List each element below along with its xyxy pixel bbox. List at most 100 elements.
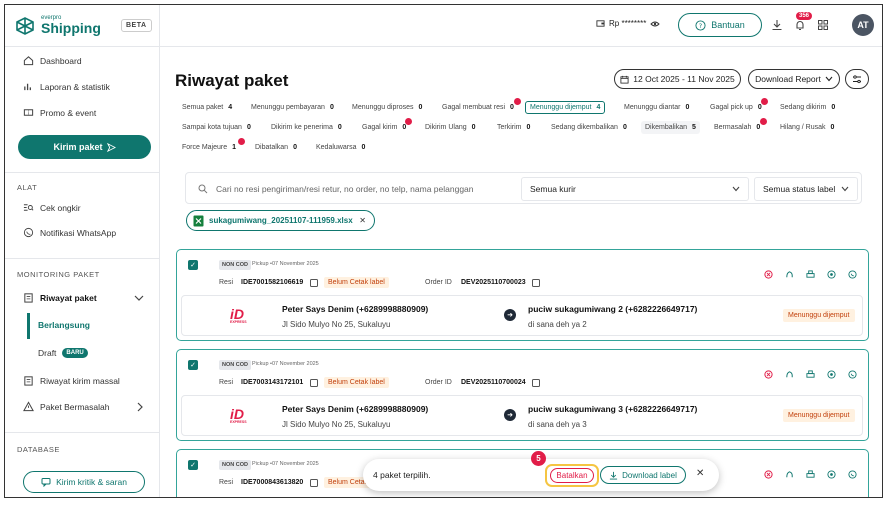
chip-sedang-dikirim[interactable]: Sedang dikirim 0: [780, 101, 835, 114]
print-icon[interactable]: [806, 470, 815, 479]
help-icon: ?: [695, 19, 706, 31]
close-icon[interactable]: ✕: [696, 468, 704, 479]
whatsapp-icon[interactable]: [848, 270, 857, 279]
chip-terkirim[interactable]: Terkirim 0: [497, 121, 530, 134]
warning-icon: [23, 401, 34, 412]
sidebar-item-label: Berlangsung: [38, 320, 90, 330]
apps-grid-icon[interactable]: [817, 19, 829, 31]
chip-bermasalah[interactable]: Bermasalah 0: [714, 121, 760, 134]
pickup-hand-icon[interactable]: [785, 470, 794, 479]
cancel-circle-icon[interactable]: [764, 470, 773, 479]
kirim-kritik-button[interactable]: Kirim kritik & saran: [23, 471, 145, 493]
chip-dibatalkan[interactable]: Dibatalkan 0: [255, 141, 297, 154]
eye-icon[interactable]: [650, 20, 660, 28]
select-checkbox[interactable]: ✓: [188, 260, 198, 270]
chip-dikirim-ulang[interactable]: Dikirim Ulang 0: [425, 121, 476, 134]
download-label-text: Download label: [622, 470, 677, 480]
copy-icon[interactable]: [310, 279, 318, 287]
chip-menunggu-dijemput[interactable]: Menunggu dijemput 4: [525, 101, 606, 114]
divider: [5, 172, 160, 173]
chip-sedang-dikembalikan[interactable]: Sedang dikembalikan 0: [551, 121, 627, 134]
date-range-button[interactable]: 12 Oct 2025 - 11 Nov 2025: [614, 69, 741, 89]
print-icon[interactable]: [806, 270, 815, 279]
card-actions: [764, 370, 857, 379]
chip-hilang-rusak[interactable]: Hilang / Rusak 0: [780, 121, 834, 134]
kurir-select[interactable]: Semua kurir: [521, 177, 749, 201]
chip-semua-paket[interactable]: Semua paket 4: [182, 101, 232, 114]
remove-file-icon[interactable]: ✕: [359, 216, 366, 225]
sidebar-item-paket-bermasalah[interactable]: Paket Bermasalah: [23, 401, 109, 412]
whatsapp-icon[interactable]: [848, 370, 857, 379]
bantuan-button[interactable]: ? Bantuan: [678, 13, 762, 37]
download-label-button[interactable]: Download label: [600, 466, 686, 484]
logo[interactable]: everpro Shipping: [15, 15, 101, 37]
shipment-card[interactable]: ✓ NON COD Pickup •07 November 2025 Resi …: [176, 349, 869, 441]
chip-gagal-kirim[interactable]: Gagal kirim 0: [362, 121, 406, 134]
track-icon[interactable]: [827, 270, 836, 279]
chip-gagal-membuat-resi[interactable]: Gagal membuat resi 0: [442, 101, 514, 114]
download-icon[interactable]: [771, 19, 783, 31]
resi-label: Resi: [219, 279, 234, 286]
sidebar-item-berlangsung[interactable]: Berlangsung: [38, 320, 90, 330]
chip-menunggu-diantar[interactable]: Menunggu diantar 0: [624, 101, 689, 114]
wallet-icon: [596, 20, 605, 27]
avatar[interactable]: AT: [852, 14, 874, 36]
kirim-paket-button[interactable]: Kirim paket: [18, 135, 151, 159]
selected-count-text: 4 paket terpilih.: [373, 470, 431, 480]
alert-dot: [760, 118, 767, 125]
chip-kedaluwarsa[interactable]: Kedaluwarsa 0: [316, 141, 365, 154]
select-checkbox[interactable]: ✓: [188, 460, 198, 470]
sidebar-item-cek-ongkir[interactable]: Cek ongkir: [23, 202, 81, 213]
whatsapp-icon[interactable]: [848, 470, 857, 479]
download-icon: [610, 471, 618, 480]
search-input[interactable]: Cari no resi pengiriman/resi retur, no o…: [192, 177, 515, 201]
sidebar-item-draft[interactable]: Draft BARU: [38, 348, 88, 358]
pickup-hand-icon[interactable]: [785, 370, 794, 379]
chip-menunggu-diproses[interactable]: Menunggu diproses 0: [352, 101, 422, 114]
chip-dikirim-ke-penerima[interactable]: Dikirim ke penerima 0: [271, 121, 342, 134]
sidebar-item-laporan[interactable]: Laporan & statistik: [23, 81, 110, 92]
print-icon[interactable]: [806, 370, 815, 379]
sidebar-item-riwayat-massal[interactable]: Riwayat kirim massal: [23, 375, 120, 386]
resi-number: IDE7001582106619: [241, 279, 304, 286]
bantuan-label: Bantuan: [711, 20, 745, 30]
shipment-card[interactable]: ✓ NON COD Pickup •07 November 2025 Resi …: [176, 249, 869, 341]
chip-force-majeure[interactable]: Force Majeure 1: [182, 141, 236, 154]
cancel-circle-icon[interactable]: [764, 370, 773, 379]
sidebar-item-promo[interactable]: Promo & event: [23, 107, 96, 118]
noncod-badge: NON COD: [219, 260, 251, 270]
cancel-circle-icon[interactable]: [764, 270, 773, 279]
track-icon[interactable]: [827, 470, 836, 479]
pickup-hand-icon[interactable]: [785, 270, 794, 279]
chevron-up-icon[interactable]: [134, 294, 144, 302]
send-icon: [106, 142, 116, 152]
sidebar-item-riwayat-paket[interactable]: Riwayat paket: [23, 292, 97, 303]
track-icon[interactable]: [827, 370, 836, 379]
copy-icon[interactable]: [532, 279, 540, 287]
filter-settings-button[interactable]: [845, 69, 869, 89]
chip-sampai-kota-tujuan[interactable]: Sampai kota tujuan 0: [182, 121, 251, 134]
copy-icon[interactable]: [310, 479, 318, 487]
sidebar-item-dashboard[interactable]: Dashboard: [23, 55, 82, 66]
balance: Rp ********: [596, 19, 660, 28]
chevron-right-icon[interactable]: [136, 402, 144, 412]
batalkan-button[interactable]: Batalkan: [550, 468, 594, 483]
status-label-value: Semua status label: [763, 184, 836, 194]
pickup-date: Pickup •07 November 2025: [252, 361, 319, 367]
chip-dikembalikan[interactable]: Dikembalikan 5: [641, 121, 700, 134]
chip-gagal-pick-up[interactable]: Gagal pick up 0: [710, 101, 762, 114]
shipment-route: iD EXPRESS Peter Says Denim (+62899988809…: [181, 295, 863, 336]
status-label-select[interactable]: Semua status label: [754, 177, 858, 201]
copy-icon[interactable]: [532, 379, 540, 387]
sender-name: Peter Says Denim (+6289998880909): [282, 404, 429, 414]
sidebar-item-notifikasi[interactable]: Notifikasi WhatsApp: [23, 227, 116, 238]
sender-name: Peter Says Denim (+6289998880909): [282, 304, 429, 314]
list-search-icon: [23, 204, 34, 211]
bell-icon[interactable]: [794, 19, 806, 31]
download-report-button[interactable]: Download Report: [748, 69, 840, 89]
excel-file-icon: [193, 215, 204, 226]
select-checkbox[interactable]: ✓: [188, 360, 198, 370]
copy-icon[interactable]: [310, 379, 318, 387]
chip-menunggu-pembayaran[interactable]: Menunggu pembayaran 0: [251, 101, 334, 114]
uploaded-file-chip[interactable]: sukagumiwang_20251107-111959.xlsx ✕: [186, 210, 375, 231]
